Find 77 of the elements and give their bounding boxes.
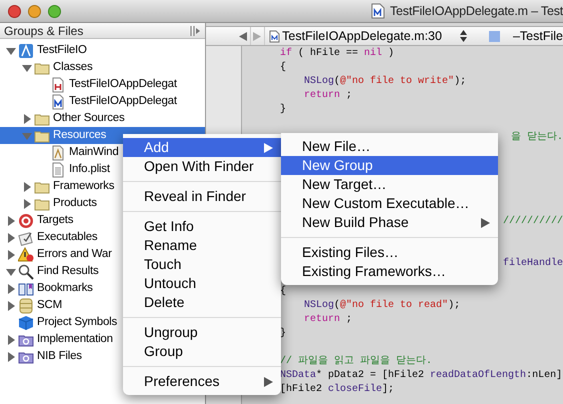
close-button[interactable] [8,4,21,18]
code-line: { [280,285,286,299]
code-line: return ; [304,89,352,103]
document-icon [50,162,66,178]
disclosure-triangle[interactable] [6,352,16,362]
menu-item[interactable]: Existing Frameworks… [281,262,498,281]
disclosure-triangle[interactable] [22,62,32,72]
menu-item[interactable]: New Group [281,156,498,175]
sidebar-item[interactable]: TestFileIO [0,42,205,59]
menu-item[interactable]: Delete [123,293,281,312]
target-icon [18,212,34,228]
disclosure-triangle[interactable] [6,334,16,344]
book-icon [18,280,34,296]
interface-file-icon [50,144,66,160]
source-file-icon [371,3,385,19]
window-title: TestFileIOAppDelegate.m – Test [390,2,563,20]
sidebar-item[interactable]: Other Sources [0,110,205,127]
code-line: NSLog(@"no file to write"); [304,75,466,89]
menu-item[interactable]: New Build Phase [281,213,498,232]
disclosure-triangle[interactable] [22,198,32,208]
up-down-arrows-icon [460,30,467,42]
sidebar-item[interactable]: TestFileIOAppDelegat [0,76,205,93]
menu-item[interactable]: Reveal in Finder [123,187,281,206]
search-icon [18,264,34,280]
disclosure-triangle[interactable] [6,46,16,56]
forward-arrow-icon [253,32,262,40]
disclosure-triangle[interactable] [6,266,16,276]
code-line: fileHandle [502,257,563,271]
file-popup[interactable]: TestFileIOAppDelegate.m:30 [269,26,467,46]
menu-item[interactable]: Ungroup [123,323,281,342]
disclosure-triangle[interactable] [6,284,16,294]
cube-icon [18,314,34,330]
sidebar-item[interactable]: TestFileIOAppDelegat [0,93,205,110]
menu-item[interactable]: New File… [281,137,498,156]
symbol-popup[interactable]: –TestFile [488,26,563,46]
disclosure-triangle[interactable] [6,300,16,310]
menu-item[interactable]: Untouch [123,274,281,293]
sidebar-item[interactable]: Classes [0,59,205,76]
disclosure-triangle[interactable] [22,182,32,192]
menu-item[interactable]: Existing Files… [281,243,498,262]
menu-item[interactable]: Open With Finder [123,157,281,176]
code-line: 을 닫는다. [510,131,563,145]
menu-item[interactable]: Group [123,342,281,361]
code-line: return ; [304,313,352,327]
menu-item[interactable]: Touch [123,255,281,274]
code-line: if ( hFile == nil ) [280,47,394,61]
code-line: } [280,327,286,341]
disclosure-triangle[interactable] [6,250,16,260]
method-icon [488,30,500,42]
menu-item[interactable]: Preferences [123,372,281,391]
source-file-icon [269,30,280,42]
source-file-icon [50,94,66,110]
disclosure-triangle[interactable] [22,114,32,124]
disclosure-triangle[interactable] [6,216,16,226]
menu-item[interactable]: Rename [123,236,281,255]
minimize-button[interactable] [28,4,41,18]
disclosure-triangle[interactable] [6,232,16,242]
database-icon [18,298,34,314]
code-line: } [280,103,286,117]
menu-item[interactable]: New Target… [281,175,498,194]
warning-icon [18,246,34,262]
zoom-button[interactable] [48,4,61,18]
code-line: ////////// [502,215,563,229]
menu-item[interactable]: Add [123,138,281,157]
menu-item[interactable]: New Custom Executable… [281,194,498,213]
split-view-icon[interactable] [189,24,201,36]
header-file-icon [50,76,66,92]
code-line: NSLog(@"no file to read"); [304,299,460,313]
column-header: Groups & Files [3,22,84,40]
code-line: [hFile2 closeFile]; [280,383,394,397]
code-line: // 파일을 읽고 파일을 닫는다. [280,355,432,369]
code-line: { [280,61,286,75]
back-arrow-icon [238,32,247,40]
project-icon [18,42,34,58]
checklist-icon [18,230,34,246]
menu-item[interactable]: Get Info [123,217,281,236]
code-line: NSData* pData2 = [hFile2 readDataOfLength:nLen] [280,369,562,383]
